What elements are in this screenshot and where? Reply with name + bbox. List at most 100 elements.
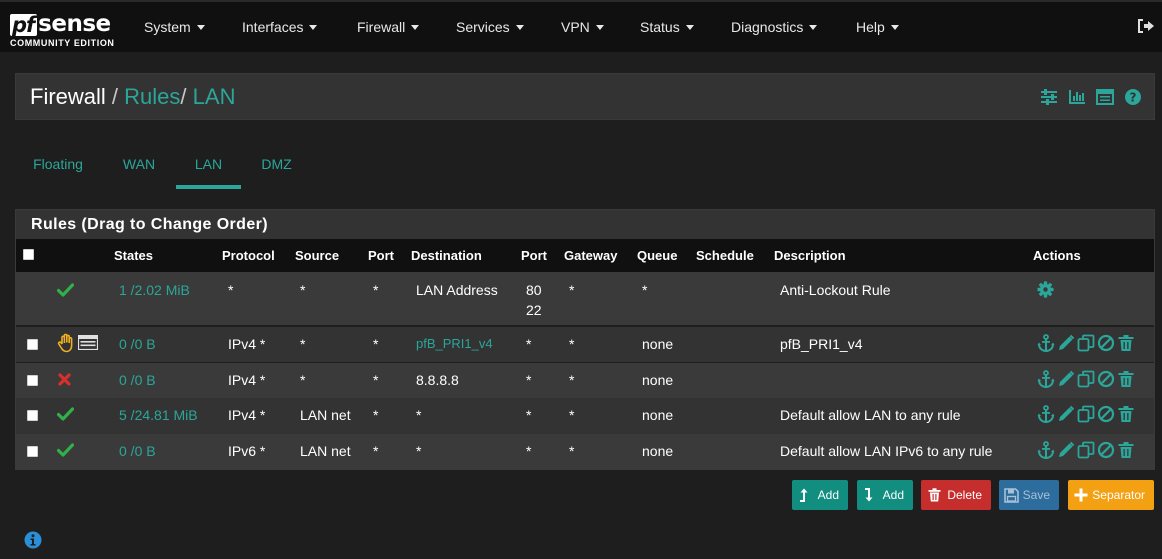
rule-states[interactable]: 1 /2.02 MiB (119, 282, 190, 298)
nav-help[interactable]: Help (856, 19, 899, 35)
rule-states[interactable]: 0 /0 B (119, 443, 156, 459)
breadcrumb: Firewall / Rules/ LAN (30, 84, 235, 110)
table-row[interactable]: 0 /0 B IPv4 * * * 8.8.8.8 * * none (16, 363, 1154, 398)
rule-states[interactable]: 0 /0 B (119, 372, 156, 388)
table-row[interactable]: 1 /2.02 MiB * * * LAN Address 80 22 * * … (16, 272, 1154, 325)
select-all-checkbox[interactable] (23, 249, 34, 260)
gear-icon[interactable] (1037, 281, 1054, 298)
breadcrumb-rules[interactable]: Rules (124, 84, 180, 109)
anchor-icon[interactable] (1037, 370, 1055, 388)
tab-floating[interactable]: Floating (15, 140, 101, 189)
row-select-checkbox[interactable] (27, 446, 38, 457)
rule-dest-port: * (526, 407, 532, 423)
pencil-icon[interactable] (1057, 334, 1075, 352)
trash-icon[interactable] (1117, 370, 1135, 388)
help-icon[interactable]: ? (1124, 88, 1142, 106)
delete-selected-label: Delete (947, 488, 982, 502)
rule-destination: LAN Address (416, 282, 498, 298)
rules-panel: Rules (Drag to Change Order) States Prot… (15, 209, 1155, 470)
add-rule-top-button[interactable]: Add (792, 480, 848, 510)
nav-diagnostics[interactable]: Diagnostics (731, 19, 818, 35)
nav-vpn[interactable]: VPN (561, 19, 604, 35)
disable-icon[interactable] (1097, 405, 1115, 423)
table-row[interactable]: 0 /0 B IPv4 * * * pfB_PRI1_v4 * * none p… (16, 327, 1154, 362)
trash-icon[interactable] (1117, 405, 1135, 423)
copy-icon[interactable] (1077, 370, 1095, 388)
anchor-icon[interactable] (1037, 405, 1055, 423)
rule-queue: none (642, 407, 674, 423)
trash-icon[interactable] (1117, 441, 1135, 459)
copy-icon[interactable] (1077, 441, 1095, 459)
breadcrumb-firewall: Firewall (30, 84, 106, 109)
rule-description: pfB_PRI1_v4 (780, 336, 863, 352)
breadcrumb-separator: / (111, 84, 119, 109)
nav-interfaces-label: Interfaces (242, 19, 304, 35)
pencil-icon[interactable] (1057, 370, 1075, 388)
save-order-button[interactable]: Save (999, 480, 1059, 510)
copy-icon[interactable] (1077, 334, 1095, 352)
breadcrumb-lan[interactable]: LAN (193, 84, 236, 109)
table-row[interactable]: 5 /24.81 MiB IPv4 * LAN net * * * * none… (16, 398, 1154, 434)
table-row[interactable]: 0 /0 B IPv6 * LAN net * * * * none Defau… (16, 434, 1154, 469)
rule-protocol: IPv4 * (228, 336, 266, 352)
breadcrumb-toolbar: ? (1040, 88, 1142, 106)
add-separator-button[interactable]: Separator (1068, 480, 1154, 510)
trash-icon[interactable] (1117, 334, 1135, 352)
col-description[interactable]: Description (774, 248, 846, 263)
nav-services[interactable]: Services (456, 19, 524, 35)
disable-icon[interactable] (1097, 441, 1115, 459)
col-schedule[interactable]: Schedule (696, 248, 754, 263)
col-source[interactable]: Source (295, 248, 339, 263)
delete-selected-button[interactable]: Delete (921, 480, 991, 510)
rule-protocol: IPv4 * (228, 407, 266, 423)
nav-firewall[interactable]: Firewall (357, 19, 420, 35)
rule-queue: * (642, 282, 648, 298)
rule-states[interactable]: 5 /24.81 MiB (119, 407, 198, 423)
logo-edition: COMMUNITY EDITION (10, 38, 115, 48)
arrow-turn-down-icon (865, 488, 873, 502)
bar-chart-icon[interactable] (1068, 88, 1086, 106)
disable-icon[interactable] (1097, 334, 1115, 352)
rule-destination-alias-link[interactable]: pfB_PRI1_v4 (416, 336, 493, 351)
anchor-icon[interactable] (1037, 334, 1055, 352)
nav-firewall-label: Firewall (357, 19, 406, 35)
sliders-icon[interactable] (1040, 88, 1058, 106)
caret-down-icon (595, 25, 604, 30)
floppy-disk-icon (1004, 487, 1019, 503)
tab-dmz[interactable]: DMZ (246, 140, 307, 189)
tab-lan[interactable]: LAN (176, 140, 241, 189)
pencil-icon[interactable] (1057, 441, 1075, 459)
col-protocol[interactable]: Protocol (222, 248, 275, 263)
nav-vpn-label: VPN (561, 19, 590, 35)
disable-icon[interactable] (1097, 370, 1115, 388)
tab-wan[interactable]: WAN (107, 140, 171, 189)
col-source-port[interactable]: Port (368, 248, 394, 263)
nav-system[interactable]: System (144, 19, 205, 35)
rule-gateway: * (569, 336, 575, 352)
col-gateway[interactable]: Gateway (564, 248, 617, 263)
rule-source-port: * (373, 407, 379, 423)
breadcrumb-panel: Firewall / Rules/ LAN ? (15, 73, 1155, 120)
col-states[interactable]: States (114, 248, 153, 263)
pencil-icon[interactable] (1057, 405, 1075, 423)
save-order-label: Save (1022, 488, 1050, 502)
info-icon[interactable] (24, 531, 42, 549)
col-actions: Actions (1033, 248, 1081, 263)
row-select-checkbox[interactable] (27, 339, 38, 350)
rule-description: Default allow LAN IPv6 to any rule (780, 443, 993, 459)
col-destination[interactable]: Destination (411, 248, 482, 263)
rule-states[interactable]: 0 /0 B (119, 336, 156, 352)
anchor-icon[interactable] (1037, 441, 1055, 459)
row-select-checkbox[interactable] (27, 410, 38, 421)
col-queue[interactable]: Queue (637, 248, 677, 263)
copy-icon[interactable] (1077, 405, 1095, 423)
add-rule-bottom-button[interactable]: Add (857, 480, 913, 510)
pfsense-logo[interactable]: pf sense COMMUNITY EDITION (10, 8, 118, 50)
logout-icon[interactable] (1137, 18, 1155, 34)
hand-icon (57, 333, 73, 353)
row-select-checkbox[interactable] (27, 375, 38, 386)
nav-interfaces[interactable]: Interfaces (242, 19, 318, 35)
table-icon[interactable] (1096, 88, 1114, 106)
col-dest-port[interactable]: Port (521, 248, 547, 263)
nav-status[interactable]: Status (640, 19, 694, 35)
